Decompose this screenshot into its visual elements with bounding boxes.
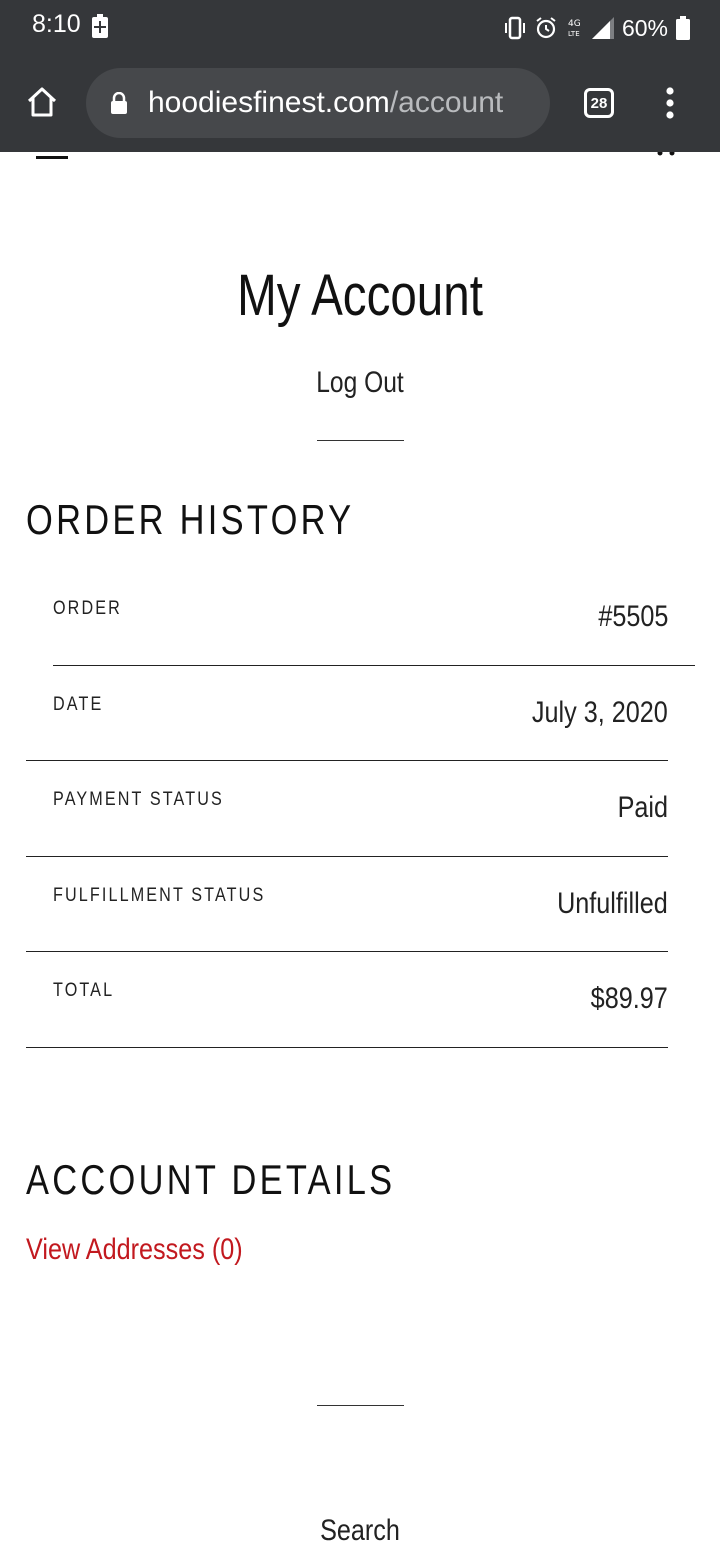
vibrate-icon xyxy=(504,16,525,40)
address-bar[interactable]: hoodiesfinest.com/account xyxy=(86,68,550,138)
url-path: /account xyxy=(389,86,504,119)
lte-icon: 4G LTE xyxy=(568,19,581,38)
row-label: PAYMENT STATUS xyxy=(53,789,224,810)
signal-icon xyxy=(591,17,614,39)
battery-percent: 60% xyxy=(621,14,668,41)
divider xyxy=(317,440,404,441)
row-value: $89.97 xyxy=(590,982,668,1015)
row-divider xyxy=(53,665,695,666)
order-number-link[interactable]: #5505 xyxy=(598,600,668,634)
order-row-date: DATE July 3, 2020 xyxy=(26,668,668,763)
menu-dots-icon[interactable] xyxy=(664,86,676,120)
alarm-icon xyxy=(536,17,556,39)
row-label: FULFILLMENT STATUS xyxy=(53,885,266,906)
cart-icon[interactable] xyxy=(652,152,680,160)
svg-text:LTE: LTE xyxy=(568,30,580,38)
order-row-order: ORDER #5505 xyxy=(26,572,668,667)
hamburger-menu-icon[interactable] xyxy=(36,152,68,160)
row-value: Unfulfilled xyxy=(557,887,668,920)
row-divider xyxy=(26,1047,668,1048)
footer-divider xyxy=(317,1405,404,1406)
url-host: hoodiesfinest.com xyxy=(148,86,390,119)
account-details-heading: ACCOUNT DETAILS xyxy=(26,1156,396,1203)
row-divider xyxy=(26,856,668,857)
row-label: ORDER xyxy=(53,598,122,619)
row-label: DATE xyxy=(53,694,104,715)
page-title: My Account xyxy=(237,263,483,328)
row-value: July 3, 2020 xyxy=(532,696,668,729)
row-divider xyxy=(26,760,668,761)
browser-toolbar: hoodiesfinest.com/account 28 xyxy=(0,56,720,152)
row-divider xyxy=(26,951,668,952)
footer-search-link[interactable]: Search xyxy=(58,1514,663,1548)
row-value: Paid xyxy=(617,791,668,824)
status-time: 8:10 xyxy=(32,10,81,38)
battery-icon xyxy=(676,16,690,40)
tab-count: 28 xyxy=(590,94,608,112)
status-bar: 8:10 4G LTE 60% xyxy=(0,0,720,56)
order-row-total: TOTAL $89.97 xyxy=(26,954,668,1049)
order-history-heading: ORDER HISTORY xyxy=(26,496,355,543)
svg-text:4G: 4G xyxy=(568,19,581,29)
lock-icon xyxy=(111,92,127,114)
view-addresses-link[interactable]: View Addresses (0) xyxy=(26,1233,243,1267)
url-text[interactable]: hoodiesfinest.com/account xyxy=(148,84,503,122)
logout-link[interactable]: Log Out xyxy=(65,366,655,400)
order-row-payment-status: PAYMENT STATUS Paid xyxy=(26,763,668,858)
battery-charging-icon xyxy=(92,14,108,38)
row-label: TOTAL xyxy=(53,980,115,1001)
tabs-icon[interactable]: 28 xyxy=(584,88,614,118)
status-icons: 4G LTE 60% xyxy=(504,10,690,46)
home-icon[interactable] xyxy=(26,86,58,118)
order-row-fulfillment-status: FULFILLMENT STATUS Unfulfilled xyxy=(26,859,668,954)
